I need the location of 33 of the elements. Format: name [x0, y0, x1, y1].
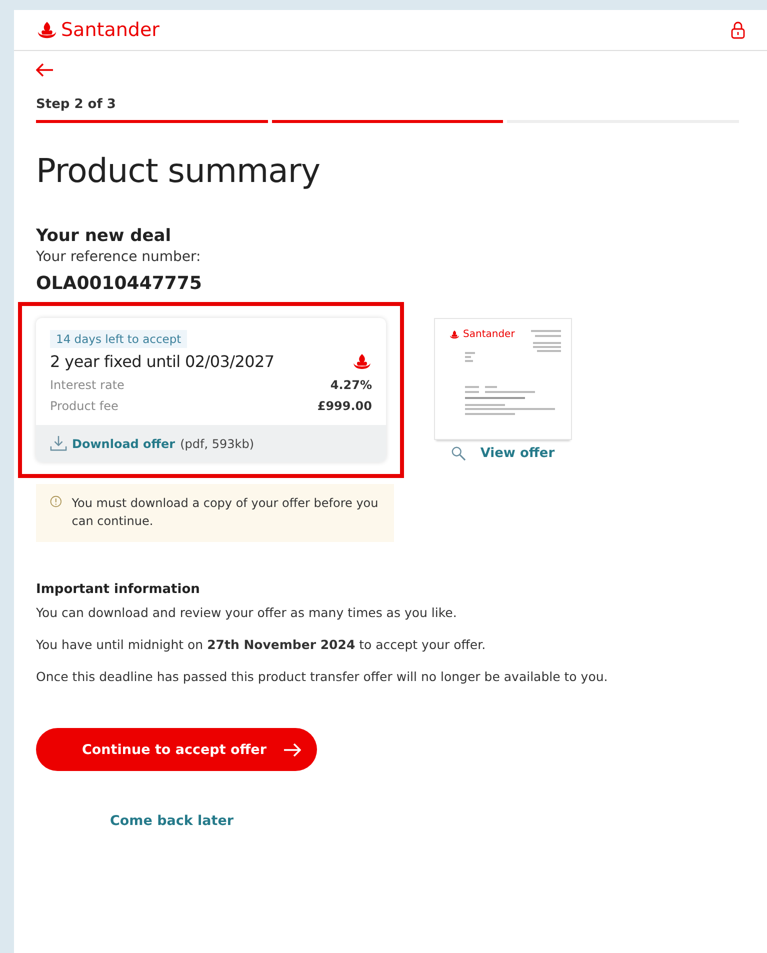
detail-label: Interest rate: [50, 378, 124, 392]
info-icon: [50, 494, 62, 509]
days-left-badge: 14 days left to accept: [50, 330, 188, 348]
step-label: Step 2 of 3: [36, 97, 117, 112]
info-paragraph: Once this deadline has passed this product transfer offer will no longer be available to you.: [36, 669, 609, 684]
lock-icon[interactable]: [731, 21, 745, 39]
notice-text: You must download a copy of your offer before you can continue.: [72, 495, 380, 530]
file-info: (pdf, 593kb): [180, 436, 254, 450]
product-name: 2 year fixed until 02/03/2027: [50, 352, 274, 371]
search-icon: [451, 446, 466, 461]
brand-name: Santander: [61, 19, 160, 41]
page-title: Product summary: [36, 151, 322, 190]
arrow-right-icon: [282, 742, 300, 756]
view-offer-link[interactable]: View offer: [480, 446, 555, 461]
detail-value: £999.00: [317, 399, 372, 413]
detail-value: 4.27%: [330, 378, 372, 392]
flame-logo-icon: [352, 353, 372, 370]
come-back-later-link[interactable]: Come back later: [110, 813, 234, 829]
download-icon: [50, 435, 67, 452]
continue-button[interactable]: Continue to accept offer: [36, 728, 316, 771]
download-offer-link[interactable]: Download offer: [72, 436, 176, 450]
document-brand: Santander: [463, 329, 515, 340]
flame-logo-icon: [449, 330, 460, 339]
info-paragraph: You have until midnight on 27th November 2024 to accept your offer.: [36, 637, 487, 652]
reference-label: Your reference number:: [36, 249, 202, 265]
offer-document-thumbnail[interactable]: Santander: [434, 318, 572, 440]
back-arrow-icon[interactable]: [36, 63, 54, 77]
deal-heading: Your new deal: [36, 226, 172, 246]
detail-label: Product fee: [50, 399, 118, 413]
section-heading: Important information: [36, 582, 201, 597]
info-paragraph: You can download and review your offer as many times as you like.: [36, 605, 458, 620]
reference-number: OLA0010447775: [36, 273, 203, 294]
flame-logo-icon: [36, 21, 58, 39]
